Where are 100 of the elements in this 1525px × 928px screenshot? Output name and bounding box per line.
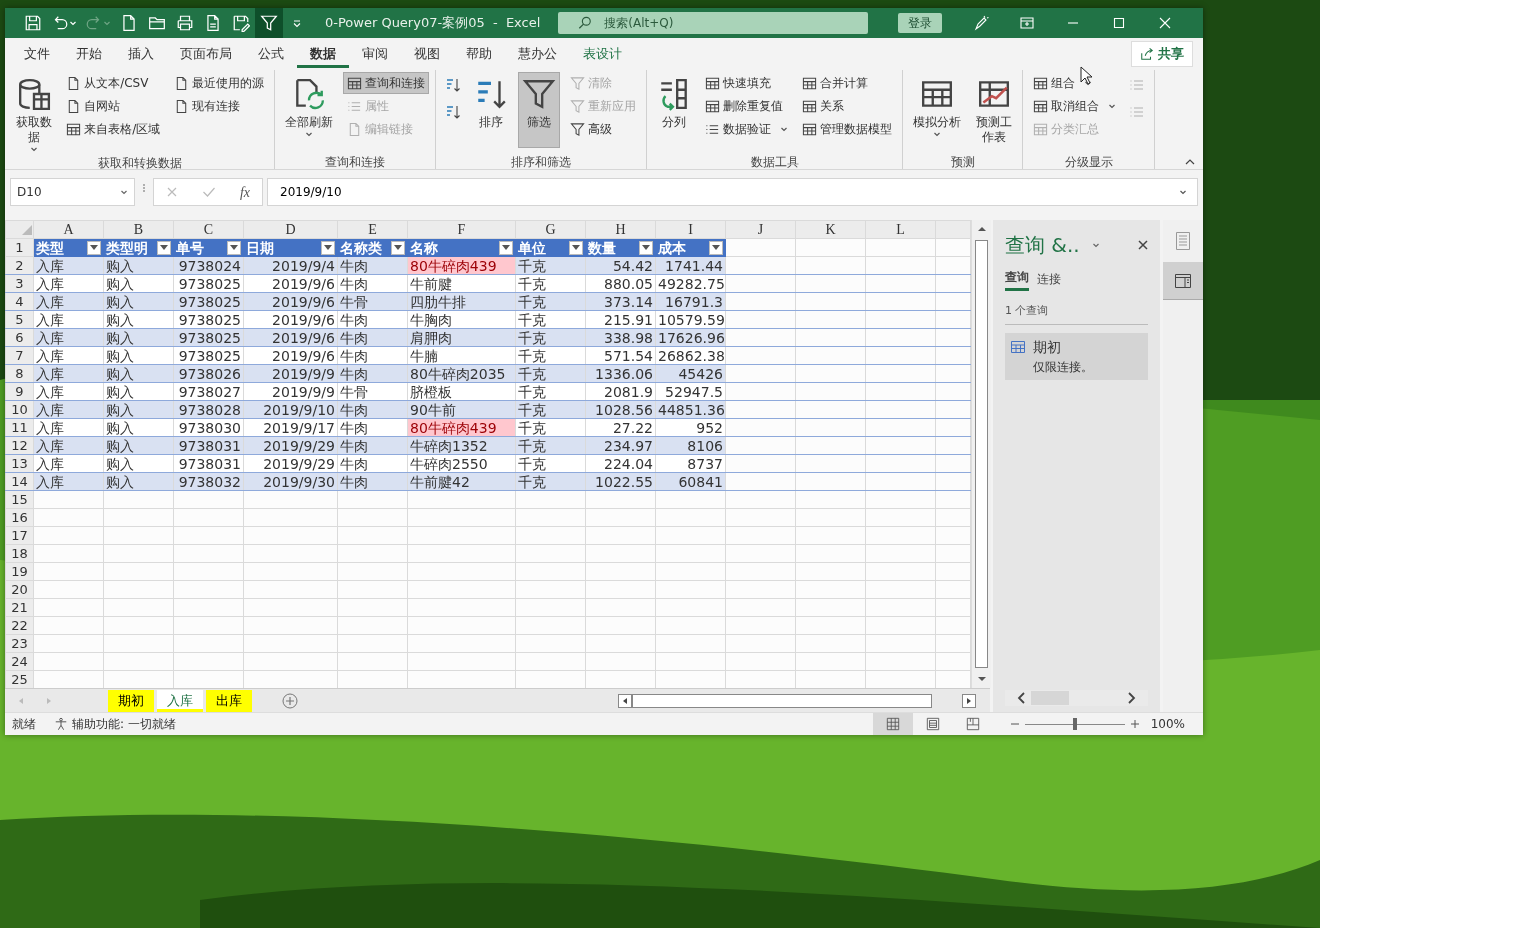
scroll-right-icon[interactable] [962, 693, 976, 708]
ribbon-display-icon[interactable] [1019, 15, 1036, 31]
menu-tab[interactable]: 文件 [11, 40, 63, 68]
scrollbar-thumb[interactable] [632, 693, 932, 708]
ribbon-button[interactable]: 查询和连接 [343, 72, 430, 94]
filter-button[interactable] [157, 240, 171, 255]
column-header[interactable]: L [865, 220, 936, 239]
scrollbar-thumb[interactable] [975, 240, 988, 668]
search-box[interactable]: 搜索(Alt+Q) [558, 12, 869, 34]
ribbon-button[interactable]: 从文本/CSV [62, 72, 165, 94]
check-icon[interactable] [201, 186, 216, 198]
scroll-left-icon[interactable] [1017, 692, 1025, 704]
search-field[interactable]: 搜索(Alt+Q) [602, 13, 843, 33]
ribbon-button[interactable]: 分列 [653, 72, 696, 148]
ribbon-button[interactable]: 关系 [798, 95, 897, 117]
ribbon-button[interactable]: 预测工作表 [971, 72, 1017, 148]
sheet-tab[interactable]: 入库 [157, 689, 203, 712]
ribbon-button[interactable]: 高级 [566, 118, 641, 140]
accessibility-icon [54, 717, 68, 731]
ribbon-button[interactable]: 取消组合 [1029, 95, 1121, 117]
menu-tab[interactable]: 公式 [245, 40, 297, 68]
collapse-icon[interactable] [1185, 157, 1195, 167]
name-box[interactable]: D10 [10, 178, 135, 206]
ribbon-button[interactable]: 现有连接 [170, 95, 269, 117]
login-button[interactable]: 登录 [898, 13, 943, 33]
save-icon[interactable] [232, 14, 250, 32]
column-header[interactable]: D [243, 220, 338, 239]
formula-box[interactable]: 2019/9/10 [267, 178, 1198, 206]
pane-tab[interactable]: 连接 [1037, 268, 1061, 291]
column-title: 单位 [518, 239, 546, 256]
sort-icon [445, 104, 462, 120]
ribbon-button[interactable]: 快速填充 [701, 72, 793, 94]
ribbon-button[interactable]: 合并计算 [798, 72, 897, 94]
filter-button[interactable] [391, 240, 405, 255]
column-header[interactable]: K [795, 220, 866, 239]
menu-tab[interactable]: 数据 [297, 40, 349, 68]
ribbon-button[interactable]: 排序 [470, 72, 513, 148]
close-icon[interactable] [1138, 240, 1148, 250]
customize-icon[interactable] [292, 18, 302, 28]
printer-icon[interactable] [176, 14, 194, 32]
zoom-level[interactable]: 100% [1150, 715, 1185, 733]
menu-tab[interactable]: 页面布局 [167, 40, 245, 68]
ribbon-button[interactable]: 模拟分析 [909, 72, 966, 148]
ribbon-button[interactable]: 获取数据 [11, 72, 57, 156]
pane-tab[interactable]: 查询 [1005, 268, 1029, 291]
filter-button[interactable] [227, 240, 241, 255]
menu-tab[interactable]: 表设计 [570, 40, 635, 68]
share-button[interactable]: 共享 [1131, 41, 1193, 67]
menu-tab[interactable]: 慧办公 [505, 40, 570, 68]
column-title: 数量 [588, 239, 616, 256]
group-label: 预测 [949, 154, 976, 169]
sheet-tab[interactable]: 出库 [206, 689, 252, 712]
menu-tab[interactable]: 帮助 [453, 40, 505, 68]
menu-tab[interactable]: 开始 [63, 40, 115, 68]
filter-button[interactable] [569, 240, 583, 255]
filter-button[interactable] [709, 240, 723, 255]
ribbon-button[interactable]: 管理数据模型 [798, 118, 897, 140]
document-icon[interactable] [204, 14, 222, 32]
menu-tab[interactable]: 审阅 [349, 40, 401, 68]
funnel-icon [522, 77, 557, 111]
ribbon-button[interactable]: 组合 [1029, 72, 1121, 94]
column-header[interactable]: B [103, 220, 174, 239]
query-item[interactable]: 期初 仅限连接。 [1005, 332, 1148, 380]
column-header[interactable]: H [585, 220, 656, 239]
ribbon-button[interactable]: 自网站 [62, 95, 165, 117]
filter-button[interactable] [639, 240, 653, 255]
funnel-icon[interactable] [260, 14, 278, 32]
pen-icon[interactable] [973, 15, 990, 31]
zoom-in-icon[interactable] [1130, 720, 1139, 728]
filter-button[interactable] [321, 240, 335, 255]
menu-tab[interactable]: 视图 [401, 40, 453, 68]
column-header[interactable]: F [407, 220, 516, 239]
folder-icon[interactable] [148, 14, 166, 32]
ribbon-button[interactable]: 删除重复值 [701, 95, 793, 117]
column-header[interactable]: C [173, 220, 244, 239]
expand-icon[interactable] [1179, 188, 1187, 196]
ribbon-button[interactable]: 最近使用的源 [170, 72, 269, 94]
column-header[interactable]: E [337, 220, 408, 239]
document-icon[interactable] [120, 14, 138, 32]
view-button[interactable] [872, 713, 913, 735]
filter-button[interactable] [499, 240, 513, 255]
ribbon-button[interactable]: 全部刷新 [281, 72, 338, 148]
ribbon-button[interactable]: 筛选 [518, 72, 561, 148]
ribbon-button[interactable]: 来自表格/区域 [62, 118, 165, 140]
scroll-left-icon[interactable] [618, 693, 632, 708]
scroll-right-icon[interactable] [1128, 692, 1136, 704]
filter-button[interactable] [87, 240, 101, 255]
column-header[interactable]: I [655, 220, 726, 239]
slider-thumb[interactable] [1072, 718, 1077, 730]
panel-icon[interactable] [1174, 272, 1192, 289]
menu-tab[interactable]: 插入 [115, 40, 167, 68]
sheet-tab[interactable]: 期初 [108, 689, 154, 712]
column-header[interactable]: G [515, 220, 586, 239]
ribbon-button[interactable]: 数据验证 [701, 118, 793, 140]
column-header[interactable]: J [725, 220, 796, 239]
add-sheet-icon[interactable] [282, 692, 298, 709]
save-icon[interactable] [24, 14, 42, 32]
column-header[interactable]: A [33, 220, 104, 239]
insert-function-button[interactable]: fx [239, 181, 250, 203]
caret-icon [502, 244, 510, 251]
